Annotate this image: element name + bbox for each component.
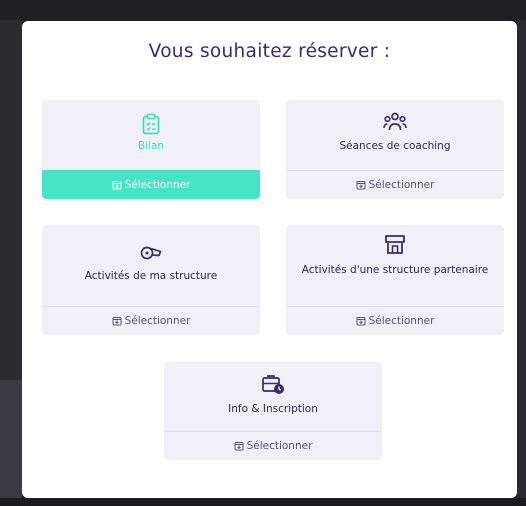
calendar-add-icon (234, 441, 244, 451)
backdrop-top (0, 0, 526, 20)
whistle-icon (42, 243, 260, 261)
select-button-label: Sélectionner (124, 315, 191, 327)
calendar-add-icon (112, 316, 122, 326)
briefcase-clock-icon (164, 373, 382, 395)
select-button[interactable]: Sélectionner (286, 306, 504, 335)
backdrop-right (517, 20, 526, 506)
card-label: Séances de coaching (339, 140, 451, 152)
calendar-add-icon (112, 180, 122, 190)
card-ma-structure[interactable]: Activités de ma structure Sélectionner (42, 225, 260, 335)
select-button-label: Sélectionner (124, 178, 191, 191)
card-bilan[interactable]: Bilan Sélectionner (42, 100, 260, 199)
select-button-label: Sélectionner (368, 315, 435, 327)
select-button[interactable]: Sélectionner (164, 431, 382, 460)
select-button[interactable]: Sélectionner (42, 306, 260, 335)
card-structure-partenaire[interactable]: Activités d'une structure partenaire Sél… (286, 225, 504, 335)
card-label: Activités d'une structure partenaire (301, 264, 489, 276)
backdrop-left (0, 20, 22, 506)
clipboard-icon (42, 113, 260, 135)
card-label: Activités de ma structure (84, 270, 218, 282)
store-icon (286, 233, 504, 255)
booking-modal: Vous souhaitez réserver : Bilan Sélectio… (22, 21, 517, 498)
calendar-add-icon (356, 316, 366, 326)
group-icon (286, 112, 504, 132)
modal-title: Vous souhaitez réserver : (148, 41, 391, 62)
select-button[interactable]: Sélectionner (42, 170, 260, 199)
select-button-label: Sélectionner (368, 179, 435, 191)
select-button-label: Sélectionner (246, 440, 313, 452)
select-button[interactable]: Sélectionner (286, 170, 504, 199)
card-label: Info & Inscription (228, 403, 318, 415)
backdrop-strip (0, 380, 22, 498)
card-coaching[interactable]: Séances de coaching Sélectionner (286, 100, 504, 199)
calendar-add-icon (356, 180, 366, 190)
card-label: Bilan (137, 140, 165, 152)
backdrop-bottom (0, 498, 526, 506)
card-info-inscription[interactable]: Info & Inscription Sélectionner (164, 362, 382, 460)
